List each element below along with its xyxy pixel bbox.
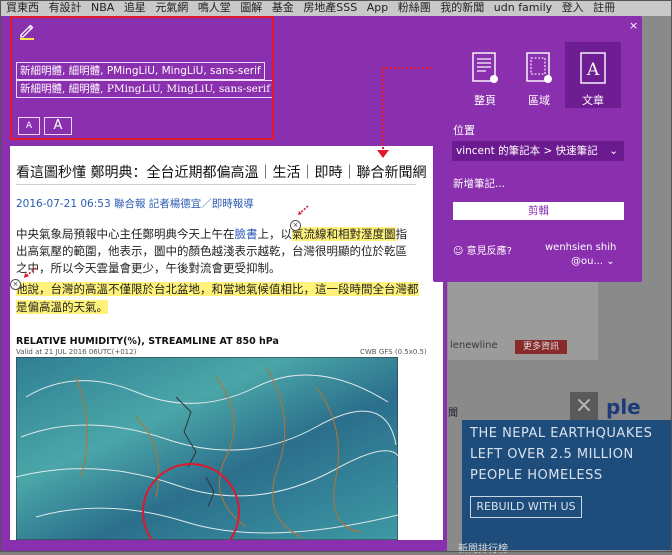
facebook-link[interactable]: 臉書 [235,227,258,241]
background-ad-link: lenewline [450,340,498,351]
close-icon[interactable]: × [629,19,638,32]
nav-item[interactable]: 元氣網 [155,0,188,16]
article-meta[interactable]: 2016-07-21 06:53 聯合報 記者楊德宜／即時報導 [16,196,254,211]
chevron-down-icon: ⌄ [606,256,615,267]
clip-option-label: 文章 [582,94,604,107]
full-page-icon [472,52,498,83]
humidity-streamline-map [16,357,398,540]
map-title: RELATIVE HUMIDITY(%), STREAMLINE AT 850 … [16,336,279,347]
background-more-button: 更多資訊 [515,340,567,354]
background-logo-text: ple [606,395,641,419]
user-domain: @ou... ⌄ [571,256,615,267]
smiley-icon: ☺ [453,246,464,257]
clip-button[interactable]: 剪輯 [453,202,624,220]
clip-option-full-page[interactable]: 整頁 [457,42,513,108]
nav-item[interactable]: 基金 [272,0,294,16]
nav-item[interactable]: 圖解 [240,0,262,16]
remove-highlight-icon[interactable]: × [290,220,301,231]
red-pointer-icon [298,205,309,215]
nav-item[interactable]: 追星 [124,0,146,16]
banner-line: LEFT OVER 2.5 MILLION [470,447,634,462]
feedback-link[interactable]: ☺ 意見反應? [453,242,512,257]
new-note-link[interactable]: 新增筆記... [453,176,505,191]
map-source: CWB GFS (0.5x0.5) [360,348,427,356]
web-clipper-panel: × 整頁 區域 A 文章 位置 vincent 的筆記本 > 快速筆記 ⌄ 新增… [433,16,642,282]
annotation-arrow-icon [377,150,389,158]
clip-option-label: 區域 [528,94,550,107]
highlighted-text[interactable]: 他說，台灣的高溫不僅限於台北盆地，和當地氣候值相比，這一段時間全台灣都是偏高溫的… [16,282,419,314]
background-close-icon: × [570,392,598,420]
background-side-text: 聞 [448,408,458,419]
nav-item[interactable]: 有設計 [49,0,82,16]
chevron-down-icon: ⌄ [609,145,618,157]
site-navigation-bar: 買東西 有設計 NBA 追星 元氣網 鳴人堂 圖解 基金 房地產SSS App … [0,0,672,17]
banner-line: PEOPLE HOMELESS [470,468,603,483]
background-banner: THE NEPAL EARTHQUAKES LEFT OVER 2.5 MILL… [462,420,672,550]
banner-line: THE NEPAL EARTHQUAKES [470,426,653,441]
notebook-value: vincent 的筆記本 > 快速筆記 [456,145,598,157]
feedback-label: 意見反應? [466,246,512,257]
clip-option-article[interactable]: A 文章 [565,42,621,108]
article-paragraph: 他說，台灣的高溫不僅限於台北盆地，和當地氣候值相比，這一段時間全台灣都是偏高溫的… [16,280,421,316]
nav-item[interactable]: 房地產SSS [303,0,357,16]
region-icon [526,52,552,83]
nav-item[interactable]: 我的新聞 [440,0,484,16]
article-icon: A [580,52,606,84]
nav-item[interactable]: 註冊 [593,0,615,16]
annotation-dotted-line [382,67,384,153]
article-divider [16,184,416,185]
map-valid-time: Valid at 21 JUL 2016 06UTC(+012) [16,348,137,356]
notebook-select[interactable]: vincent 的筆記本 > 快速筆記 ⌄ [452,141,624,161]
remove-highlight-icon[interactable]: × [10,279,21,290]
clip-option-label: 整頁 [474,94,496,107]
article-panel: 看這圖秒懂 鄭明典：全台近期都偏高溫｜生活｜即時｜聯合新聞網 2016-07-2… [10,146,443,540]
nav-item[interactable]: 粉絲團 [398,0,431,16]
background-bottom-text: 新聞排行榜 [458,544,508,555]
annotation-red-box [10,16,274,140]
location-label: 位置 [453,124,475,137]
account-menu[interactable]: wenhsien shih @ou... ⌄ [545,241,616,269]
banner-button: REBUILD WITH US [470,496,582,518]
svg-text:A: A [586,60,600,80]
red-pointer-icon [24,267,37,278]
paragraph-text: 上，以 [257,227,293,241]
paragraph-text: 中央氣象局預報中心主任鄭明典今天上午在 [16,227,235,241]
nav-item[interactable]: App [367,0,389,16]
nav-item[interactable]: 鳴人堂 [198,0,231,16]
nav-item[interactable]: 登入 [562,0,584,16]
article-title: 看這圖秒懂 鄭明典：全台近期都偏高溫｜生活｜即時｜聯合新聞網 [16,165,427,181]
nav-item[interactable]: 買東西 [6,0,39,16]
nav-item[interactable]: udn family [494,0,552,16]
highlighted-text[interactable]: 氣流線和相對溼度圖 [292,227,396,241]
article-paragraph: 中央氣象局預報中心主任鄭明典今天上午在臉書上，以氣流線和相對溼度圖指出高氣壓的範… [16,226,416,277]
clip-option-region[interactable]: 區域 [511,42,567,108]
user-name: wenhsien shih [545,242,617,253]
nav-item[interactable]: NBA [91,0,114,16]
